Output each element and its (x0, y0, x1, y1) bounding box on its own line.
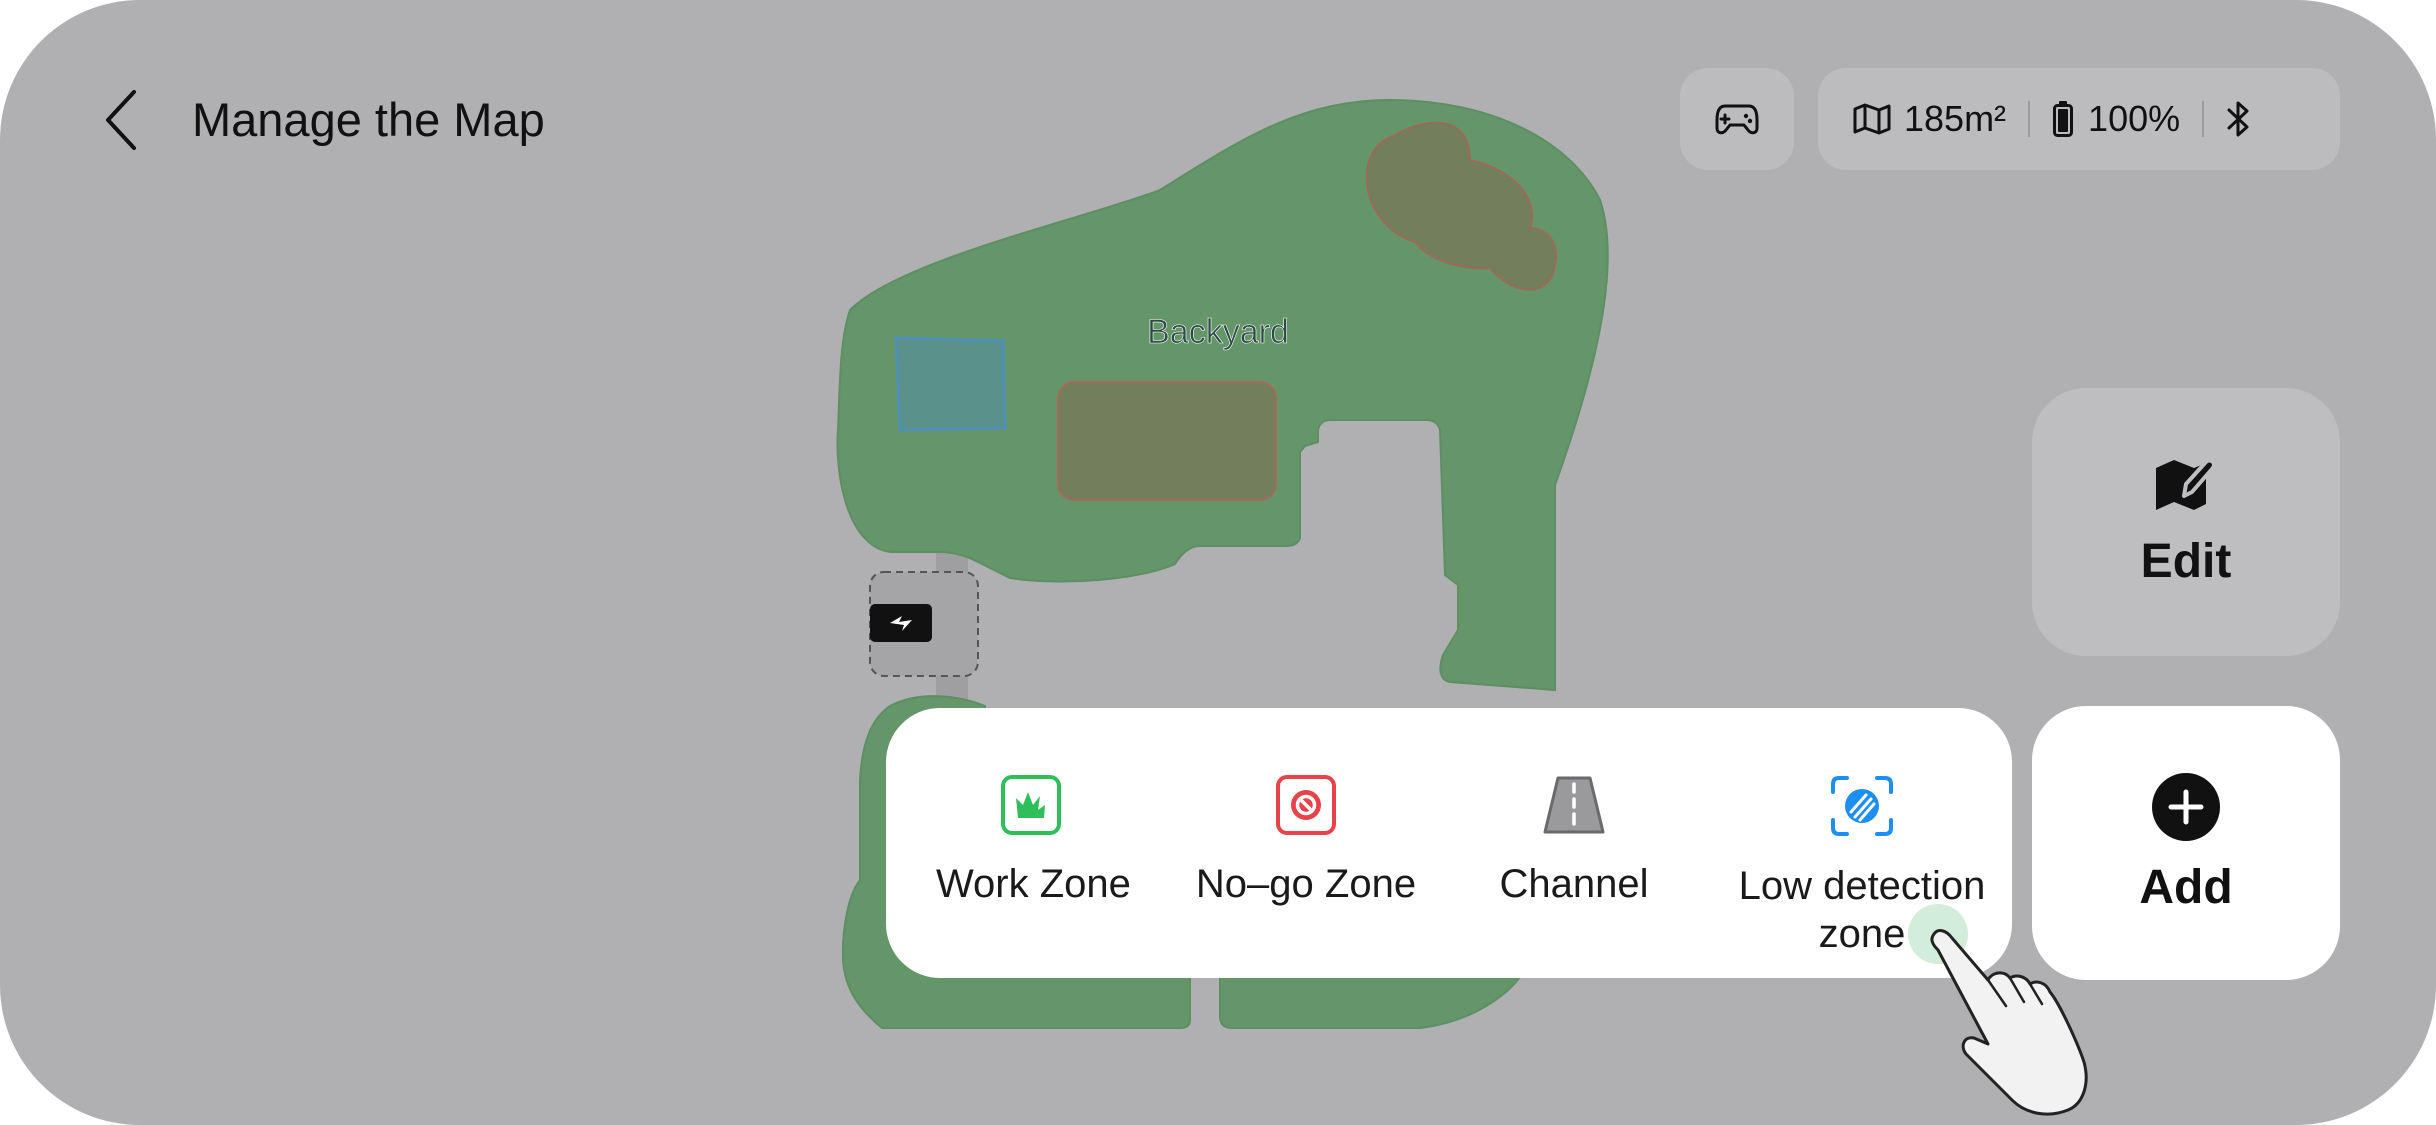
battery-value: 100% (2088, 98, 2181, 139)
prohibited-icon (1276, 775, 1336, 835)
add-zone-menu: Work Zone No–go Zone Channel Low detecti… (886, 708, 2012, 978)
remote-control-button[interactable] (1680, 68, 1794, 170)
plus-circle-icon (2152, 772, 2220, 841)
area-value: 185m² (1904, 98, 2007, 139)
no-go-zone-patio[interactable] (1057, 381, 1277, 501)
tap-gesture-hint-icon (1908, 904, 2088, 1116)
bluetooth-icon (2227, 101, 2249, 137)
edit-button[interactable]: Edit (2032, 388, 2340, 656)
battery-stat: 100% (2052, 98, 2180, 140)
chevron-left-icon[interactable] (98, 86, 148, 154)
area-stat: 185m² (1852, 98, 2006, 140)
page-title: Manage the Map (192, 93, 545, 146)
scan-zone-icon (1831, 776, 1893, 836)
zone-name-label: Backyard (1147, 313, 1289, 351)
menu-item-work-zone[interactable]: Work Zone (936, 774, 1131, 908)
menu-label: No–go Zone (1195, 862, 1417, 906)
road-icon (1543, 776, 1605, 834)
map-screen: Backyard Manage the Map 185m² 100% Edit … (0, 0, 2436, 1125)
grass-icon (1001, 775, 1061, 835)
edit-label: Edit (2140, 534, 2232, 588)
menu-item-no-go-zone[interactable]: No–go Zone (1186, 774, 1426, 908)
menu-label: Work Zone (936, 862, 1131, 906)
battery-icon (2053, 101, 2074, 137)
menu-item-channel[interactable]: Channel (1490, 774, 1658, 908)
low-detection-zone[interactable] (894, 336, 1007, 432)
divider (2202, 101, 2205, 137)
gamepad-icon (1715, 104, 1759, 135)
menu-label: Channel (1499, 862, 1649, 906)
status-bar: 185m² 100% (1818, 68, 2340, 170)
map-icon (1853, 103, 1891, 135)
add-label: Add (2139, 860, 2233, 914)
map-edit-icon (2156, 458, 2216, 510)
divider (2028, 101, 2031, 137)
